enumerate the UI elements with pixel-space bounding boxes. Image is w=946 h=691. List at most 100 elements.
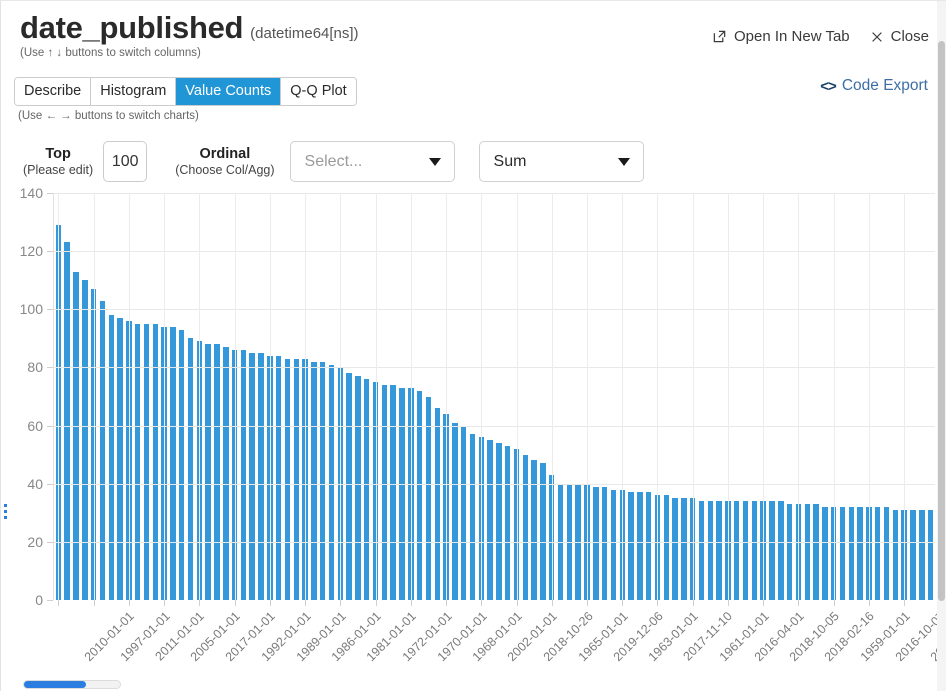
bar[interactable] xyxy=(460,425,467,600)
gridline-horizontal xyxy=(54,251,935,253)
x-axis-tick-mark xyxy=(446,600,447,606)
scroll-thumb-vertical[interactable] xyxy=(938,41,945,601)
vertical-scrollbar[interactable] xyxy=(937,1,946,691)
bar[interactable] xyxy=(742,501,749,600)
bar[interactable] xyxy=(355,376,361,600)
tab-qq-plot[interactable]: Q-Q Plot xyxy=(281,78,356,105)
bar[interactable] xyxy=(601,486,608,600)
bar[interactable] xyxy=(628,492,634,600)
bar[interactable] xyxy=(143,323,150,600)
bar[interactable] xyxy=(875,506,881,600)
bar[interactable] xyxy=(804,504,810,600)
bar[interactable] xyxy=(117,318,123,600)
bar[interactable] xyxy=(487,440,493,600)
gridline-horizontal xyxy=(54,193,935,194)
open-in-new-tab-button[interactable]: Open In New Tab xyxy=(712,28,850,45)
bar[interactable] xyxy=(531,460,537,600)
bar[interactable] xyxy=(707,501,714,600)
tab-value-counts[interactable]: Value Counts xyxy=(176,78,282,105)
bar[interactable] xyxy=(883,506,890,600)
bar[interactable] xyxy=(857,506,863,600)
bar[interactable] xyxy=(452,422,458,600)
scroll-thumb-horizontal[interactable] xyxy=(24,681,86,688)
x-axis-tick-mark xyxy=(517,600,518,606)
bar[interactable] xyxy=(522,454,529,600)
bar[interactable] xyxy=(134,323,141,600)
bar[interactable] xyxy=(258,352,264,600)
x-axis-tick-mark xyxy=(340,600,341,606)
column-analysis-panel: date_published (datetime64[ns]) (Use ↑ ↓… xyxy=(0,0,946,691)
bar[interactable] xyxy=(681,498,687,600)
bar[interactable] xyxy=(187,338,194,600)
bar[interactable] xyxy=(249,352,255,600)
bar[interactable] xyxy=(425,396,432,600)
bar[interactable] xyxy=(364,379,370,600)
ordinal-column-select[interactable]: Select... xyxy=(289,141,455,182)
bar[interactable] xyxy=(73,271,79,600)
bar[interactable] xyxy=(637,492,643,600)
bar[interactable] xyxy=(240,350,247,600)
close-button[interactable]: Close xyxy=(870,28,929,45)
bar[interactable] xyxy=(152,323,159,600)
x-axis-tick-mark xyxy=(270,600,271,606)
bar[interactable] xyxy=(214,344,220,600)
bar[interactable] xyxy=(910,509,916,600)
ordinal-agg-select[interactable]: Sum xyxy=(478,141,644,182)
bar[interactable] xyxy=(284,358,291,600)
bar[interactable] xyxy=(663,495,670,600)
bar[interactable] xyxy=(223,347,229,600)
bar[interactable] xyxy=(434,408,440,600)
title-block: date_published (datetime64[ns]) (Use ↑ ↓… xyxy=(20,11,359,60)
close-label: Close xyxy=(890,28,929,45)
bar[interactable] xyxy=(82,280,88,600)
tab-histogram[interactable]: Histogram xyxy=(91,78,177,105)
bar[interactable] xyxy=(593,486,599,600)
bar-series xyxy=(54,193,935,600)
bar[interactable] xyxy=(179,329,185,600)
bar[interactable] xyxy=(108,315,114,600)
bar[interactable] xyxy=(346,373,352,600)
bar[interactable] xyxy=(716,501,722,600)
top-n-input[interactable] xyxy=(103,141,148,182)
plot-area xyxy=(53,193,935,606)
bar[interactable] xyxy=(416,390,423,600)
bar[interactable] xyxy=(293,358,299,600)
bar[interactable] xyxy=(319,361,326,600)
bar[interactable] xyxy=(328,364,335,600)
bar[interactable] xyxy=(99,300,106,600)
bar[interactable] xyxy=(311,361,317,600)
bar[interactable] xyxy=(645,492,652,600)
ordinal-column-value: Select... xyxy=(304,152,363,170)
bar[interactable] xyxy=(205,344,211,600)
bar[interactable] xyxy=(390,384,396,600)
bar[interactable] xyxy=(275,355,282,600)
code-export-button[interactable]: <> Code Export xyxy=(820,77,928,95)
bar[interactable] xyxy=(927,509,934,600)
bar[interactable] xyxy=(839,506,846,600)
bar[interactable] xyxy=(734,501,740,600)
bar[interactable] xyxy=(64,242,70,600)
x-axis-tick-mark xyxy=(199,600,200,606)
bar[interactable] xyxy=(813,504,819,600)
bar[interactable] xyxy=(504,445,511,600)
bar[interactable] xyxy=(672,498,678,600)
bar[interactable] xyxy=(769,501,775,600)
close-x-icon xyxy=(870,30,884,44)
drag-handle-dots[interactable] xyxy=(4,504,7,519)
bar[interactable] xyxy=(610,489,617,600)
bar[interactable] xyxy=(469,434,476,600)
bar[interactable] xyxy=(698,501,705,600)
bar[interactable] xyxy=(892,509,899,600)
bar[interactable] xyxy=(381,384,388,600)
bar[interactable] xyxy=(848,506,855,600)
bar[interactable] xyxy=(919,509,925,600)
value-counts-chart: 0 20 40 60 80 100 120 140 2010-01-01 1997-01-01 2… xyxy=(1,185,946,664)
bar[interactable] xyxy=(496,443,502,600)
bar[interactable] xyxy=(778,501,784,600)
bar[interactable] xyxy=(399,387,405,600)
horizontal-scrollbar[interactable] xyxy=(23,680,121,689)
bar[interactable] xyxy=(822,506,828,600)
bar[interactable] xyxy=(786,504,793,600)
tab-describe[interactable]: Describe xyxy=(15,78,92,105)
bar[interactable] xyxy=(751,501,758,600)
